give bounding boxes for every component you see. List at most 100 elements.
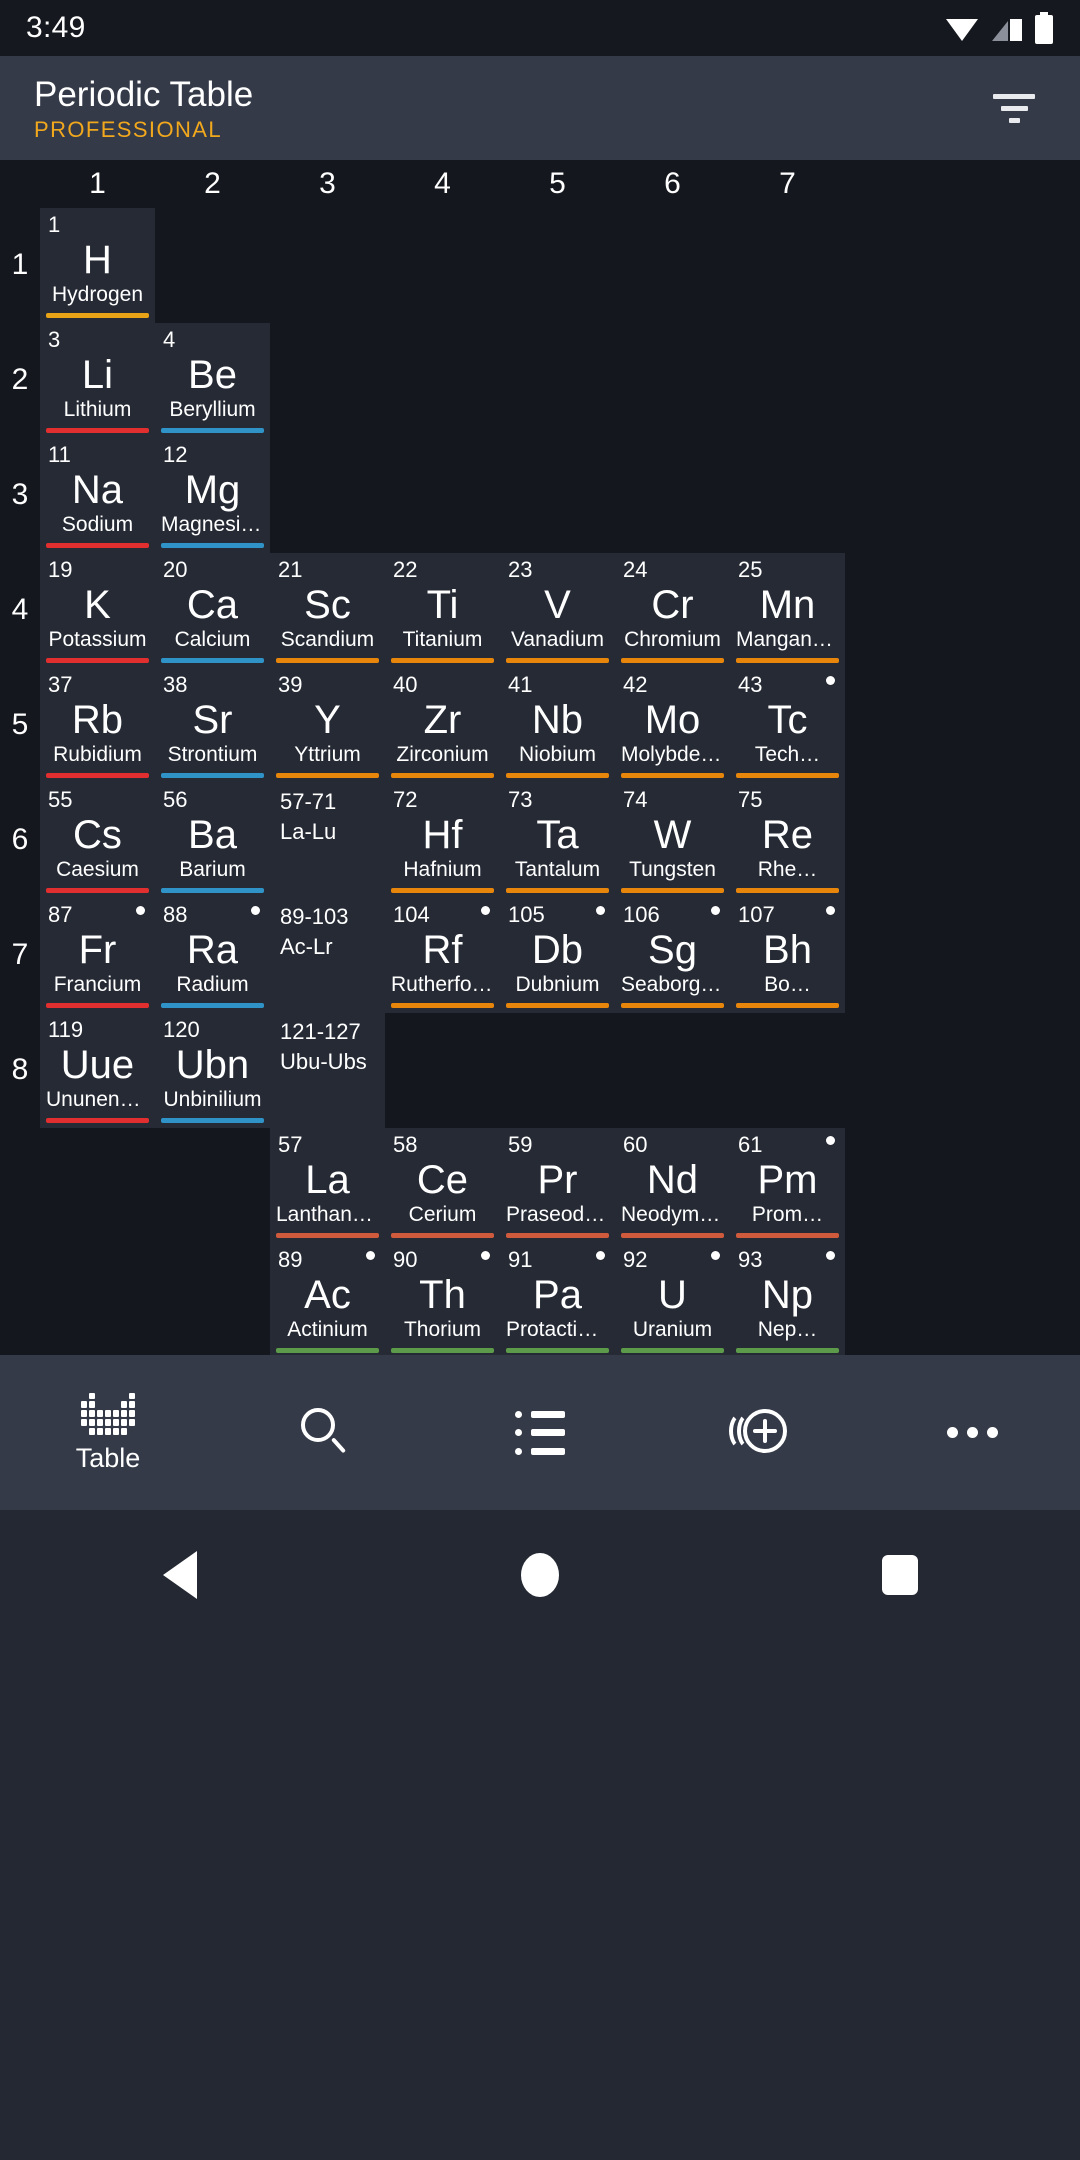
element-cell-Ubn[interactable]: 120 Ubn Unbinilium	[155, 1013, 270, 1128]
nav-item-list[interactable]	[432, 1355, 648, 1510]
element-cell-Mo[interactable]: 42 Mo Molybden…	[615, 668, 730, 783]
element-cell-Tc[interactable]: 43 Tc Tech…	[730, 668, 845, 783]
element-cell-Ac[interactable]: 89 Ac Actinium	[270, 1243, 385, 1355]
radioactive-dot-icon	[826, 906, 835, 915]
nav-item-table[interactable]: Table	[0, 1355, 216, 1510]
element-range-label: Ubu-Ubs	[280, 1049, 367, 1074]
bottom-navigation[interactable]: Table	[0, 1355, 1080, 1510]
element-atomic-number: 107	[738, 902, 775, 927]
radioactive-dot-icon	[596, 1251, 605, 1260]
element-cell-Bh[interactable]: 107 Bh Bo…	[730, 898, 845, 1013]
periodic-table[interactable]: 1234567 12345678 1 H Hydrogen 3 Li Lithium 4 Be…	[0, 160, 1080, 1355]
home-button[interactable]	[485, 1520, 595, 1630]
element-atomic-number: 40	[393, 672, 418, 697]
element-cell-Np[interactable]: 93 Np Nep…	[730, 1243, 845, 1355]
element-symbol: Mn	[759, 583, 816, 627]
element-cell-Ca[interactable]: 20 Ca Calcium	[155, 553, 270, 668]
element-cell-Y[interactable]: 39 Y Yttrium	[270, 668, 385, 783]
radioactive-dot-icon	[826, 1136, 835, 1145]
element-cell-Pr[interactable]: 59 Pr Praseody…	[500, 1128, 615, 1243]
element-range-cell[interactable]: 89-103 Ac-Lr	[270, 898, 385, 1013]
element-cell-Ba[interactable]: 56 Ba Barium	[155, 783, 270, 898]
element-cell-Pm[interactable]: 61 Pm Prom…	[730, 1128, 845, 1243]
element-name: Rhe…	[757, 858, 818, 881]
element-cell-Ce[interactable]: 58 Ce Cerium	[385, 1128, 500, 1243]
element-symbol: Li	[81, 353, 114, 397]
radioactive-dot-icon	[711, 906, 720, 915]
element-cell-Zr[interactable]: 40 Zr Zirconium	[385, 668, 500, 783]
element-category-bar	[46, 658, 149, 663]
element-symbol: Sc	[304, 583, 351, 627]
element-cell-K[interactable]: 19 K Potassium	[40, 553, 155, 668]
element-atomic-number: 25	[738, 557, 763, 582]
nav-item-more[interactable]	[864, 1355, 1080, 1510]
element-name: Chromium	[624, 628, 721, 651]
element-name: Dubnium	[515, 973, 600, 996]
element-cell-Sc[interactable]: 21 Sc Scandium	[270, 553, 385, 668]
element-atomic-number: 89	[278, 1247, 303, 1272]
element-range-cell[interactable]: 57-71 La-Lu	[270, 783, 385, 898]
nav-item-isotopes[interactable]	[648, 1355, 864, 1510]
element-atomic-number: 58	[393, 1132, 418, 1157]
element-cell-Rf[interactable]: 104 Rf Rutherfor…	[385, 898, 500, 1013]
element-category-bar	[736, 888, 839, 893]
element-symbol: Nb	[531, 698, 584, 742]
element-cell-Li[interactable]: 3 Li Lithium	[40, 323, 155, 438]
element-cell-Re[interactable]: 75 Re Rhe…	[730, 783, 845, 898]
element-name: Actinium	[287, 1318, 368, 1341]
android-nav-keys[interactable]	[0, 1510, 1080, 1640]
element-cell-Pa[interactable]: 91 Pa Protactini…	[500, 1243, 615, 1355]
element-symbol: Th	[419, 1273, 466, 1317]
element-cell-V[interactable]: 23 V Vanadium	[500, 553, 615, 668]
element-cell-Th[interactable]: 90 Th Thorium	[385, 1243, 500, 1355]
element-cell-Ti[interactable]: 22 Ti Titanium	[385, 553, 500, 668]
filter-sort-button[interactable]	[982, 76, 1046, 140]
element-atomic-number: 55	[48, 787, 73, 812]
element-symbol: Ac	[304, 1273, 351, 1317]
element-atomic-number: 12	[163, 442, 188, 467]
element-symbol: Cr	[651, 583, 694, 627]
element-cell-Uue[interactable]: 119 Uue Ununenni…	[40, 1013, 155, 1128]
element-cell-Sg[interactable]: 106 Sg Seaborgium	[615, 898, 730, 1013]
nav-item-search[interactable]	[216, 1355, 432, 1510]
page-subtitle: PROFESSIONAL	[34, 116, 222, 142]
element-cell-Be[interactable]: 4 Be Beryllium	[155, 323, 270, 438]
element-cell-Db[interactable]: 105 Db Dubnium	[500, 898, 615, 1013]
element-name: Yttrium	[294, 743, 361, 766]
element-cell-W[interactable]: 74 W Tungsten	[615, 783, 730, 898]
element-atomic-number: 23	[508, 557, 533, 582]
element-cell-Ta[interactable]: 73 Ta Tantalum	[500, 783, 615, 898]
element-cell-Ra[interactable]: 88 Ra Radium	[155, 898, 270, 1013]
element-symbol: Np	[761, 1273, 814, 1317]
element-cell-Fr[interactable]: 87 Fr Francium	[40, 898, 155, 1013]
recents-button[interactable]	[845, 1520, 955, 1630]
element-cell-U[interactable]: 92 U Uranium	[615, 1243, 730, 1355]
element-cell-Sr[interactable]: 38 Sr Strontium	[155, 668, 270, 783]
element-cell-Rb[interactable]: 37 Rb Rubidium	[40, 668, 155, 783]
element-range-cell[interactable]: 121-127 Ubu-Ubs	[270, 1013, 385, 1128]
element-cell-Hf[interactable]: 72 Hf Hafnium	[385, 783, 500, 898]
row-header-6: 6	[11, 823, 29, 856]
element-cell-Mg[interactable]: 12 Mg Magnesium	[155, 438, 270, 553]
element-atomic-number: 61	[738, 1132, 763, 1157]
element-name: Cerium	[408, 1203, 477, 1226]
element-cell-Nb[interactable]: 41 Nb Niobium	[500, 668, 615, 783]
element-cell-Na[interactable]: 11 Na Sodium	[40, 438, 155, 553]
element-category-bar	[161, 543, 264, 548]
column-header-2: 2	[204, 167, 221, 200]
element-category-bar	[621, 888, 724, 893]
radioactive-dot-icon	[251, 906, 260, 915]
row-header-3: 3	[11, 478, 29, 511]
element-cell-La[interactable]: 57 La Lanthanum	[270, 1128, 385, 1243]
element-atomic-number: 72	[393, 787, 418, 812]
element-cell-Mn[interactable]: 25 Mn Manganese	[730, 553, 845, 668]
back-button[interactable]	[125, 1520, 235, 1630]
element-cell-Cs[interactable]: 55 Cs Caesium	[40, 783, 155, 898]
table-grid-icon	[81, 1392, 135, 1435]
element-cell-H[interactable]: 1 H Hydrogen	[40, 208, 155, 323]
element-grid[interactable]: 1 H Hydrogen 3 Li Lithium 4 Be Beryllium 11 Na Sodi…	[40, 208, 1080, 1355]
element-cell-Nd[interactable]: 60NdNeodymiu…	[615, 1128, 730, 1243]
element-symbol: Fr	[78, 928, 117, 972]
element-cell-Cr[interactable]: 24 Cr Chromium	[615, 553, 730, 668]
column-header-1: 1	[89, 167, 106, 200]
